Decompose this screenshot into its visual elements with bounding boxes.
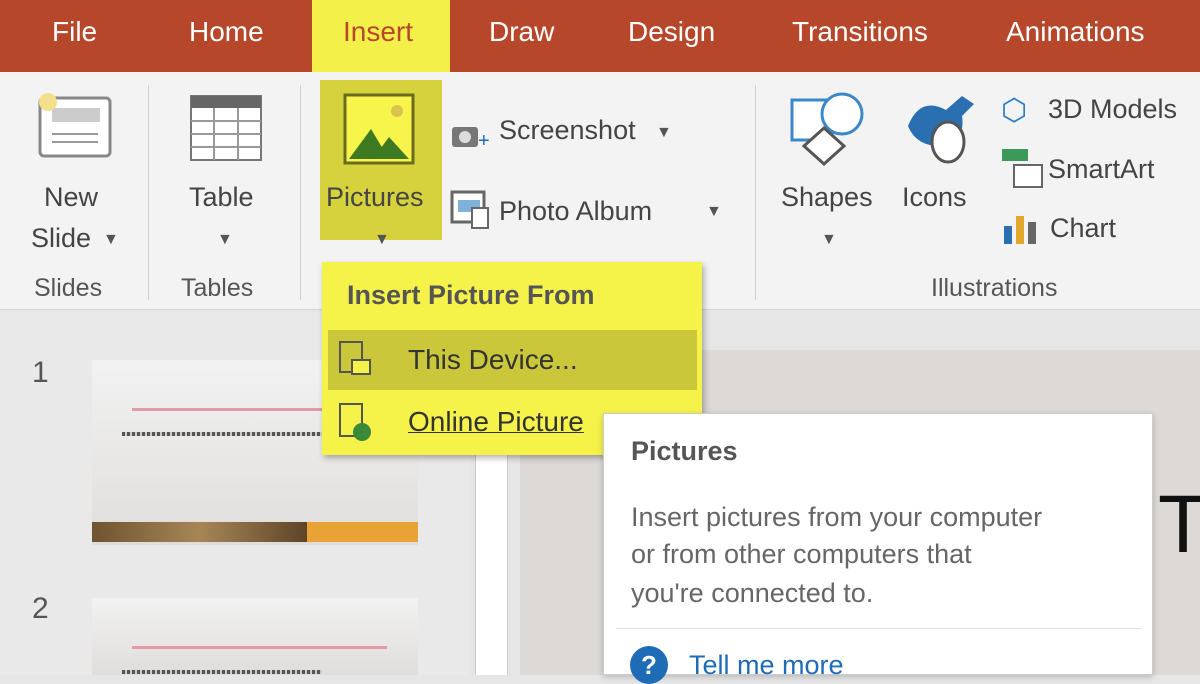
screenshot-button[interactable]: Screenshot — [499, 115, 636, 146]
photo-album-button[interactable]: Photo Album — [499, 196, 652, 227]
chart-button[interactable]: Chart — [1050, 213, 1116, 244]
tab-insert[interactable]: Insert — [343, 16, 413, 48]
tooltip-line-3: you're connected to. — [631, 578, 874, 608]
smartart-button[interactable]: SmartArt — [1048, 154, 1155, 185]
group-label-tables: Tables — [181, 274, 254, 302]
3d-models-icon: ⬡ — [1001, 94, 1028, 127]
tab-design[interactable]: Design — [628, 16, 715, 48]
table-button-label[interactable]: Table — [189, 182, 254, 213]
pictures-tooltip: Pictures Insert pictures from your compu… — [603, 413, 1153, 684]
pictures-icon — [343, 93, 415, 165]
smartart-icon — [1002, 149, 1043, 188]
3d-models-button[interactable]: 3D Models — [1048, 94, 1177, 125]
tab-animations[interactable]: Animations — [1006, 16, 1145, 48]
new-slide-label-1: New — [44, 182, 99, 212]
group-label-illustrations: Illustrations — [931, 274, 1058, 302]
new-slide-icon — [38, 93, 112, 158]
tell-me-more-link[interactable]: Tell me more — [689, 650, 844, 681]
slide-number-2: 2 — [32, 592, 49, 625]
pictures-button-label[interactable]: Pictures — [326, 182, 424, 213]
tab-home[interactable]: Home — [189, 16, 264, 48]
chevron-down-icon: ▼ — [374, 231, 390, 248]
slide-number-1: 1 — [32, 356, 49, 389]
chart-icon — [1004, 216, 1036, 244]
screenshot-icon: + — [452, 127, 490, 151]
tab-draw[interactable]: Draw — [489, 16, 554, 48]
chevron-down-icon: ▼ — [821, 231, 837, 248]
chevron-down-icon: ▼ — [217, 231, 233, 248]
tooltip-line-2: or from other computers that — [631, 539, 972, 569]
chevron-down-icon: ▼ — [103, 231, 119, 248]
icons-button-label[interactable]: Icons — [902, 182, 967, 213]
group-label-slides: Slides — [34, 274, 103, 302]
device-icon — [339, 341, 371, 375]
group-divider — [148, 85, 149, 300]
slide-title-text: T — [1158, 479, 1200, 570]
tooltip-divider — [616, 628, 1141, 629]
tooltip-line-1: Insert pictures from your computer — [631, 502, 1043, 532]
online-pictures-label: Online Picture — [408, 406, 584, 437]
chevron-down-icon: ▼ — [706, 203, 722, 220]
photo-album-icon — [450, 190, 489, 229]
tooltip-title: Pictures — [631, 436, 738, 466]
tab-file[interactable]: File — [52, 16, 97, 48]
menu-item-this-device[interactable]: This Device... — [328, 330, 697, 390]
group-divider — [755, 85, 756, 300]
svg-text:+: + — [478, 130, 490, 151]
tab-transitions[interactable]: Transitions — [792, 16, 928, 48]
slide-thumbnail-2[interactable] — [92, 598, 418, 675]
group-divider — [300, 85, 301, 300]
table-icon[interactable] — [190, 95, 262, 161]
help-icon: ? — [630, 646, 668, 684]
icons-icon — [908, 96, 974, 164]
shapes-icon — [790, 92, 864, 166]
shapes-button-label[interactable]: Shapes — [781, 182, 873, 213]
new-slide-label-2: Slide — [31, 223, 92, 253]
chevron-down-icon: ▼ — [656, 124, 672, 141]
online-picture-icon — [339, 403, 371, 441]
menu-header: Insert Picture From — [347, 280, 595, 310]
this-device-label: This Device... — [408, 344, 578, 375]
